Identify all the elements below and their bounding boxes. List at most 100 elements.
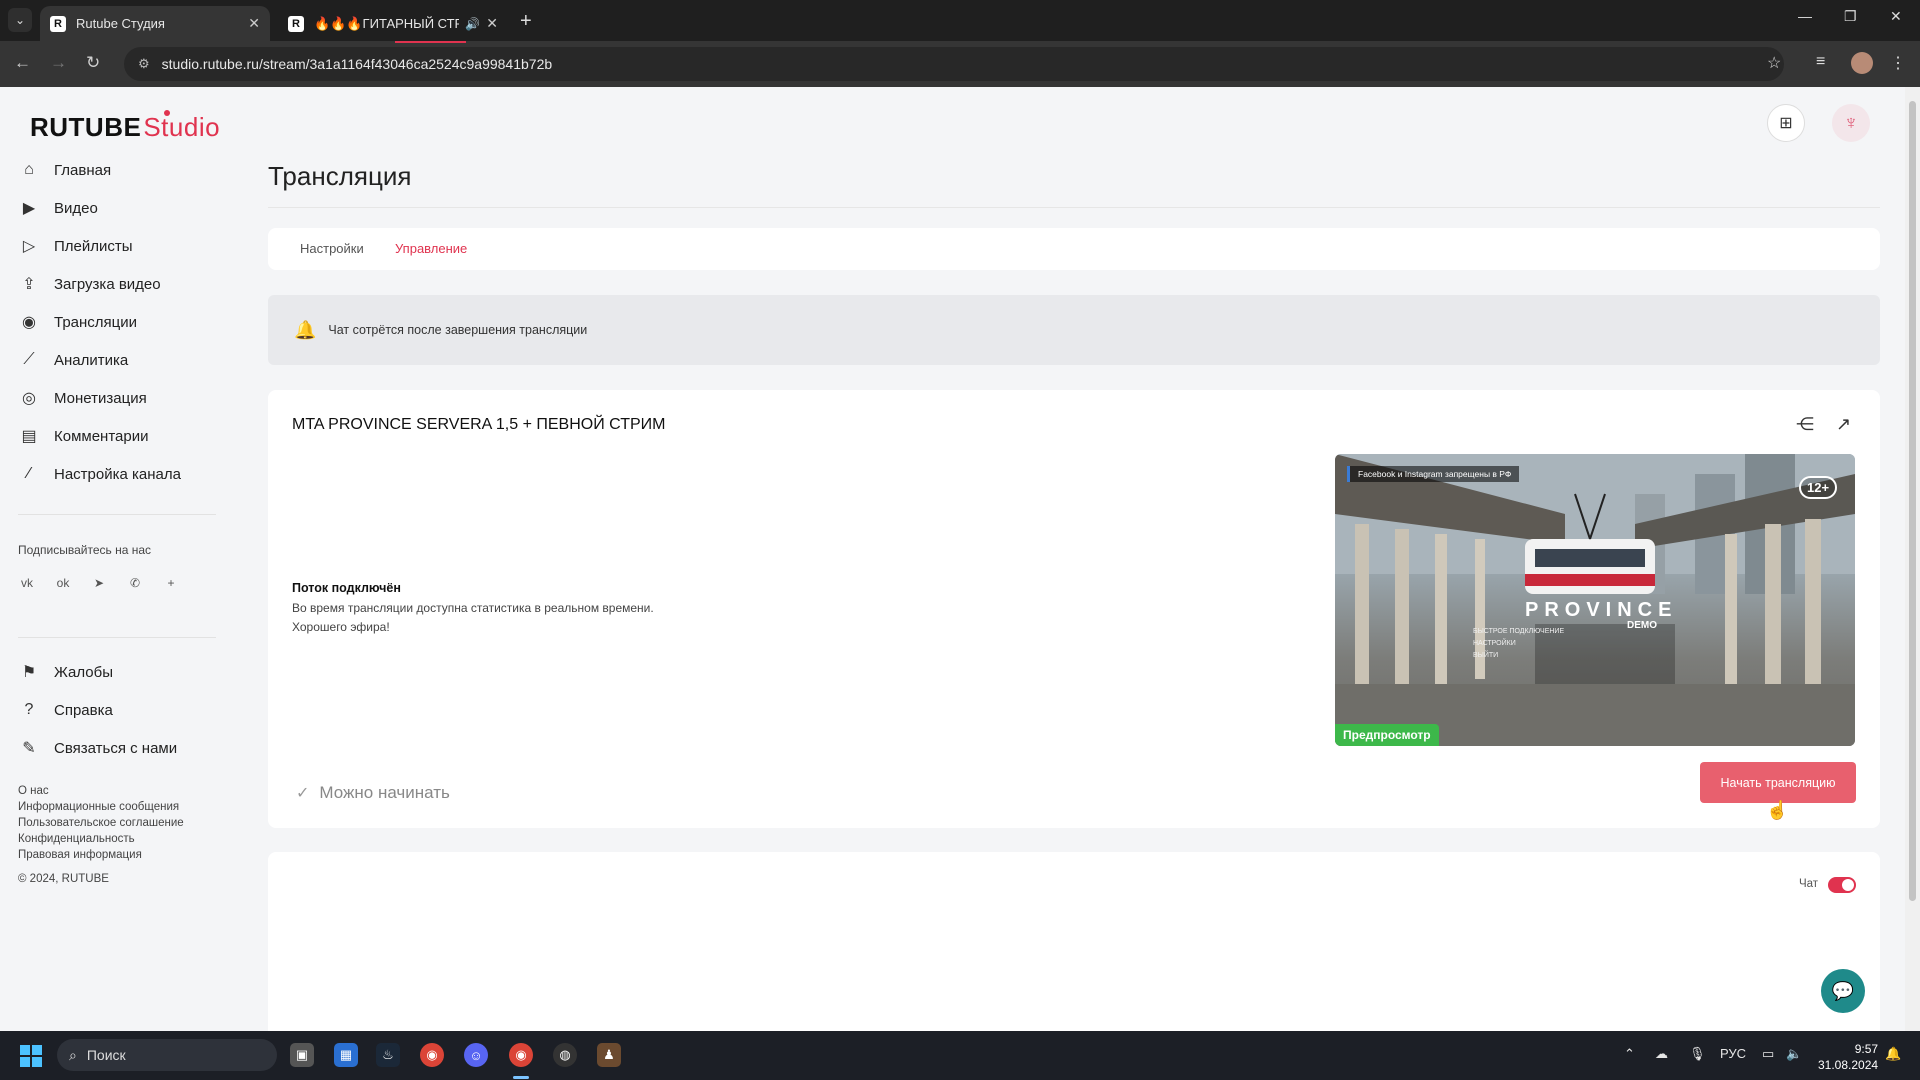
forward-icon[interactable]: → (50, 53, 67, 73)
sidebar-item-upload[interactable]: ⇪ Загрузка видео (18, 272, 160, 296)
tab-search-chevron-icon[interactable]: ⌄ (8, 8, 32, 32)
share-icon[interactable]: ⋲ (1796, 414, 1814, 435)
url-field[interactable]: ⚙ studio.rutube.ru/stream/3a1a1164f43046… (124, 47, 1784, 81)
url-text: studio.rutube.ru/stream/3a1a1164f43046ca… (161, 56, 553, 72)
sidebar-item-analytics[interactable]: ⟋ Аналитика (18, 348, 128, 372)
rutube-favicon-icon: R (288, 15, 304, 32)
taskbar-search[interactable]: ⌕ Поиск (57, 1039, 277, 1071)
chrome-active-icon[interactable]: ◉ (509, 1043, 533, 1067)
chrome-icon[interactable]: ◉ (420, 1043, 444, 1067)
game-logo-text: PROVINCE (1525, 599, 1678, 621)
ok-icon[interactable]: ok (54, 574, 72, 592)
footer-link-privacy[interactable]: Конфиденциальность (18, 833, 135, 845)
search-icon: ⌕ (69, 1046, 77, 1063)
sidebar-item-label: Главная (54, 161, 112, 179)
external-link-icon[interactable]: ↗ (1836, 414, 1851, 435)
playlist-icon: ▷ (22, 238, 36, 255)
language-indicator[interactable]: РУС (1720, 1046, 1746, 1061)
taskbar-clock[interactable]: 9:57 31.08.2024 (1818, 1041, 1878, 1073)
start-broadcast-button[interactable]: Начать трансляцию (1700, 762, 1856, 803)
vk-icon[interactable]: vk (18, 574, 36, 592)
search-placeholder: Поиск (86, 1047, 126, 1063)
widgets-icon[interactable]: ▦ (334, 1043, 358, 1067)
tray-chevron-icon[interactable]: ⌃ (1624, 1046, 1635, 1062)
sidebar-item-video[interactable]: ▶ Видео (18, 196, 98, 220)
network-icon[interactable]: ▭ (1762, 1046, 1774, 1062)
footer-link-user-agreement[interactable]: Пользовательское соглашение (18, 817, 184, 829)
sidebar-item-help[interactable]: ? Справка (18, 698, 113, 722)
viber-icon[interactable]: ✆ (126, 574, 144, 592)
tab-control[interactable]: Управление (395, 241, 467, 256)
social-links: vk ok ➤ ✆ + (18, 574, 180, 592)
task-view-icon[interactable]: ▣ (290, 1043, 314, 1067)
sidebar-item-broadcasts[interactable]: ◉ Трансляции (18, 310, 137, 334)
stream-card: MTA PROVINCE SERVERA 1,5 + ПЕВНОЙ СТРИМ … (268, 390, 1880, 828)
minimize-icon[interactable]: — (1798, 8, 1812, 24)
game-app-icon[interactable]: ♟ (597, 1043, 621, 1067)
restore-icon[interactable]: ❐ (1844, 8, 1857, 25)
game-menu-item: ВЫЙТИ (1473, 652, 1499, 659)
windows-start-icon[interactable] (20, 1045, 42, 1067)
browser-menu-icon[interactable]: ⋮ (1890, 53, 1906, 73)
sidebar-item-playlists[interactable]: ▷ Плейлисты (18, 234, 133, 258)
window-close-icon[interactable]: ✕ (1890, 8, 1902, 25)
tab-close-icon[interactable]: ✕ (248, 15, 260, 32)
title-divider (268, 207, 1880, 208)
tab-close-icon[interactable]: ✕ (486, 15, 498, 32)
rutube-studio-logo[interactable]: RUTUBEStudio (30, 110, 221, 143)
create-button[interactable]: ⊞ (1767, 104, 1805, 142)
footer-link-legal[interactable]: Правовая информация (18, 849, 142, 861)
browser-profile-avatar[interactable] (1851, 52, 1873, 74)
volume-icon[interactable]: 🔈 (1786, 1046, 1802, 1062)
media-control-icon[interactable]: ≡ (1816, 53, 1825, 71)
stream-title: MTA PROVINCE SERVERA 1,5 + ПЕВНОЙ СТРИМ (292, 416, 666, 433)
rutube-favicon-icon: R (50, 15, 66, 32)
sidebar-item-label: Связаться с нами (54, 739, 178, 757)
active-app-indicator (513, 1076, 529, 1079)
telegram-icon[interactable]: ➤ (90, 574, 108, 592)
contact-icon: ✎ (22, 740, 36, 757)
bookmark-star-icon[interactable]: ☆ (1767, 53, 1781, 73)
address-bar: ← → ↻ ⚙ studio.rutube.ru/stream/3a1a1164… (0, 41, 1920, 87)
support-chat-button[interactable]: 💬 (1821, 969, 1865, 1013)
speaker-icon[interactable]: 🔊 (465, 17, 480, 31)
footer-link-about[interactable]: О нас (18, 785, 49, 797)
monetization-icon: ◎ (22, 390, 36, 407)
back-icon[interactable]: ← (14, 53, 31, 73)
tab-title: 🔥🔥🔥ГИТАРНЫЙ СТРИ (314, 15, 460, 31)
browser-tab-studio[interactable]: R Rutube Студия ✕ (40, 6, 270, 41)
footer-link-info-messages[interactable]: Информационные сообщения (18, 801, 179, 813)
sidebar-item-monetization[interactable]: ◎ Монетизация (18, 386, 147, 410)
sidebar-item-contact[interactable]: ✎ Связаться с нами (18, 736, 177, 760)
new-tab-icon[interactable]: + (520, 10, 532, 33)
game-logo-sub: DEMO (1627, 620, 1657, 631)
chat-toggle[interactable] (1828, 877, 1856, 893)
sidebar-item-label: Плейлисты (54, 237, 133, 255)
discord-icon[interactable]: ☺ (464, 1043, 488, 1067)
page-scrollbar[interactable] (1905, 87, 1920, 1031)
sidebar-item-channel-settings[interactable]: ⁄ Настройка канала (18, 462, 181, 486)
network-off-icon[interactable]: ☁ (1655, 1046, 1668, 1062)
sidebar-item-comments[interactable]: ▤ Комментарии (18, 424, 148, 448)
sidebar-item-home[interactable]: ⌂ Главная (18, 158, 111, 182)
browser-tab-guitar-stream[interactable]: R 🔥🔥🔥ГИТАРНЫЙ СТРИ 🔊 ✕ (278, 6, 508, 41)
chat-bubble-icon: 💬 (1831, 980, 1855, 1001)
sidebar-item-label: Справка (54, 701, 113, 719)
sidebar-item-complaints[interactable]: ⚑ Жалобы (18, 660, 113, 684)
chat-card: Чат (268, 852, 1880, 1031)
preview-badge: Предпросмотр (1335, 724, 1439, 746)
tab-settings[interactable]: Настройки (300, 241, 364, 256)
site-info-icon[interactable]: ⚙ (138, 56, 150, 72)
microphone-icon[interactable]: 🎙 (1689, 1046, 1706, 1062)
stream-preview[interactable]: Facebook и Instagram запрещены в РФ 12+ … (1335, 454, 1855, 746)
channel-avatar[interactable]: ♆ (1832, 104, 1870, 142)
notification-bell-icon[interactable]: 🔔 (1885, 1046, 1901, 1062)
steam-icon[interactable]: ♨ (376, 1043, 400, 1067)
logo-suffix: Studio (143, 112, 221, 142)
scrollbar-thumb[interactable] (1909, 101, 1916, 901)
mouse-cursor-icon: ☝ (1766, 800, 1789, 820)
more-icon[interactable]: + (162, 574, 180, 592)
sidebar-item-label: Жалобы (54, 663, 113, 681)
reload-icon[interactable]: ↻ (86, 53, 100, 73)
obs-icon[interactable]: ◍ (553, 1043, 577, 1067)
